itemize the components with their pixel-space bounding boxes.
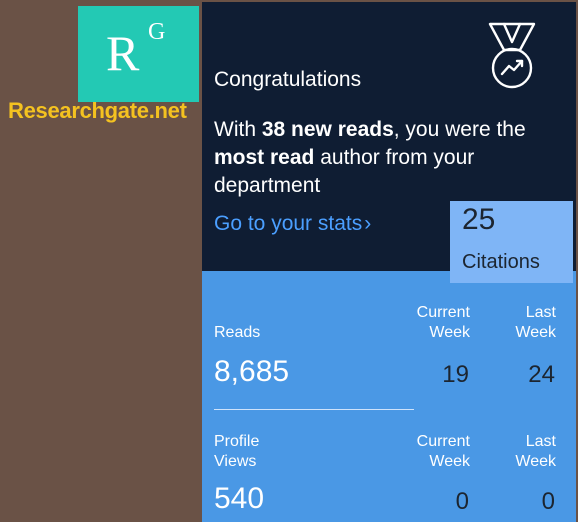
citations-label: Citations [462,251,540,273]
stats-panel: Reads Current Week Last Week 8,685 19 24… [202,271,576,522]
reads-last-week-value: 24 [528,361,555,388]
reads-total: 8,685 [214,355,290,388]
site-label: Researchgate.net [8,98,187,123]
profile-views-total: 540 [214,482,265,515]
reads-last-week-label: Last Week [515,304,556,341]
citations-count: 25 [462,203,496,236]
chevron-right-icon: › [364,212,372,235]
notification-message: With 38 new reads, you were the most rea… [214,118,526,197]
logo-superscript: G [148,19,166,45]
views-current-week-label: Current Week [416,433,470,470]
views-current-week-value: 0 [455,488,469,515]
reads-current-week-label: Current Week [416,304,470,341]
logo-letter: R [106,25,140,81]
go-to-stats-link[interactable]: Go to your stats› [214,212,371,236]
views-last-week-value: 0 [541,488,555,515]
reads-current-week-value: 19 [442,361,469,388]
views-last-week-label: Last Week [515,433,556,470]
researchgate-logo: R G [78,6,199,102]
notification-title: Congratulations [214,68,362,91]
citations-box: 25 Citations [450,201,573,283]
medal-trending-up-icon [488,22,536,89]
reads-label: Reads [214,324,261,341]
profile-views-label: Profile Views [214,433,260,470]
divider [214,409,414,410]
